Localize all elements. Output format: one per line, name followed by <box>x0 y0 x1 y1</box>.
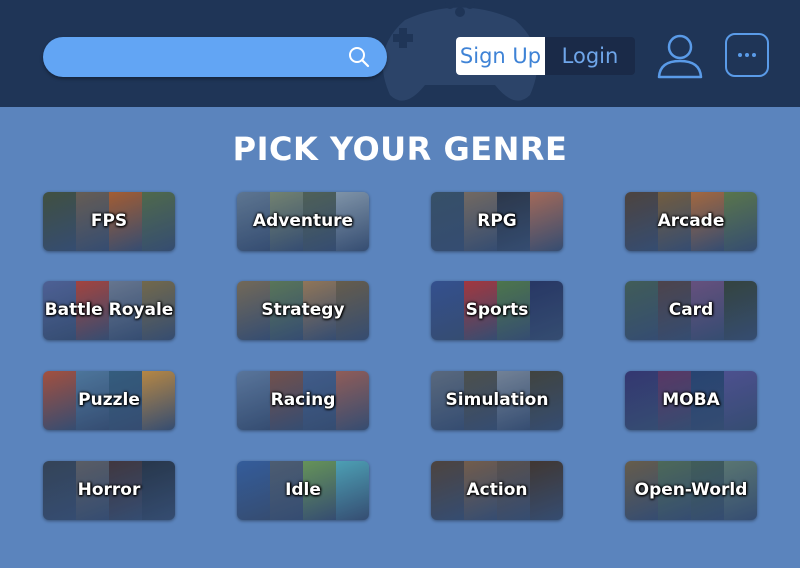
genre-card-puzzle[interactable]: Puzzle <box>43 371 175 430</box>
genre-card-moba[interactable]: MOBA <box>625 371 757 430</box>
genre-label: Sports <box>465 300 529 320</box>
genre-card-action[interactable]: Action <box>431 461 563 520</box>
genre-label: Strategy <box>261 300 345 320</box>
genre-card-strategy[interactable]: Strategy <box>237 281 369 340</box>
user-icon[interactable] <box>656 33 704 79</box>
search-icon[interactable] <box>347 45 371 69</box>
sign-up-button[interactable]: Sign Up <box>456 37 545 75</box>
genre-label: Adventure <box>252 211 354 231</box>
genre-label: Card <box>668 300 714 320</box>
genre-label: RPG <box>477 211 517 231</box>
genre-card-idle[interactable]: Idle <box>237 461 369 520</box>
genre-card-horror[interactable]: Horror <box>43 461 175 520</box>
auth-buttons: Sign Up Login <box>456 37 635 75</box>
top-bar: Sign Up Login <box>0 0 800 107</box>
genre-label: Horror <box>77 480 141 500</box>
genre-label: Puzzle <box>78 390 140 410</box>
login-button[interactable]: Login <box>545 37 635 75</box>
genre-card-card[interactable]: Card <box>625 281 757 340</box>
genre-card-adventure[interactable]: Adventure <box>237 192 369 251</box>
genre-label: FPS <box>90 211 128 231</box>
genre-label: Simulation <box>445 390 549 410</box>
genre-label: Battle Royale <box>44 300 174 320</box>
genre-card-open-world[interactable]: Open-World <box>625 461 757 520</box>
genre-label: Arcade <box>657 211 725 231</box>
genre-card-racing[interactable]: Racing <box>237 371 369 430</box>
genre-card-arcade[interactable]: Arcade <box>625 192 757 251</box>
genre-card-battle-royale[interactable]: Battle Royale <box>43 281 175 340</box>
search-bar[interactable] <box>43 37 387 77</box>
genre-label: Open-World <box>634 480 748 500</box>
genre-card-simulation[interactable]: Simulation <box>431 371 563 430</box>
search-input[interactable] <box>59 45 333 71</box>
more-icon <box>738 53 756 57</box>
genre-card-rpg[interactable]: RPG <box>431 192 563 251</box>
genre-card-sports[interactable]: Sports <box>431 281 563 340</box>
genre-card-fps[interactable]: FPS <box>43 192 175 251</box>
genre-label: MOBA <box>662 390 720 410</box>
genre-label: Racing <box>270 390 336 410</box>
page-title: PICK YOUR GENRE <box>232 130 568 168</box>
more-button[interactable] <box>725 33 769 77</box>
genre-label: Idle <box>285 480 321 500</box>
genre-label: Action <box>466 480 528 500</box>
